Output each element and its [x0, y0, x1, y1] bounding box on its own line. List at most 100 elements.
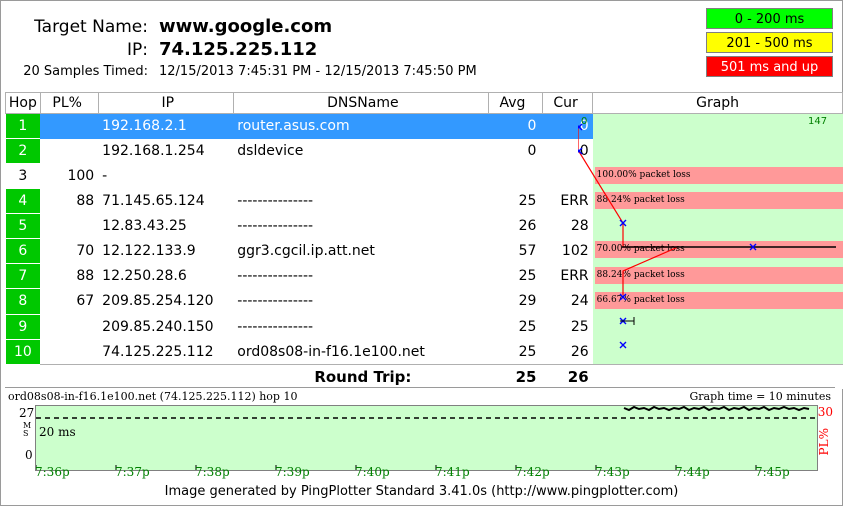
- hop-number: 6: [5, 238, 41, 265]
- avg-latency: 26: [518, 217, 537, 234]
- dns-name: ggr3.cgcil.ip.att.net: [237, 243, 375, 260]
- round-trip-cur: 26: [542, 363, 593, 390]
- hop-number: 1: [5, 113, 41, 140]
- legend-mid: 201 - 500 ms: [706, 32, 833, 53]
- col-graph[interactable]: Graph: [592, 92, 843, 114]
- ms-axis-label: MS: [23, 421, 32, 438]
- cur-latency: 24: [570, 293, 589, 310]
- table-row[interactable]: 8 67 209.85.254.120 --------------- 29 24 66.6…: [5, 288, 843, 315]
- round-trip-label: Round Trip:: [233, 363, 489, 390]
- x-tick-label: 7:38p: [195, 465, 230, 479]
- history-line: [623, 405, 810, 412]
- dns-name: dsldevice: [237, 143, 304, 160]
- col-pl[interactable]: PL%: [39, 92, 99, 114]
- table-row[interactable]: 1 192.168.2.1 router.asus.com 0 0: [5, 113, 843, 140]
- table-row[interactable]: 6 70 12.122.133.9 ggr3.cgcil.ip.att.net 57 10…: [5, 238, 843, 265]
- col-dns[interactable]: DNSName: [232, 92, 489, 114]
- table-row[interactable]: 3 100- 100.00% packet loss: [5, 163, 843, 189]
- hop-number: 7: [5, 263, 41, 290]
- ip-address: 209.85.254.120: [102, 293, 214, 310]
- col-avg[interactable]: Avg: [487, 92, 543, 114]
- table-row[interactable]: 2 192.168.1.254 dsldevice 0 0: [5, 138, 843, 165]
- graph-time-label[interactable]: Graph time = 10 minutes: [689, 390, 831, 403]
- hop-number: 10: [5, 339, 41, 365]
- target-name-label: Target Name:: [34, 17, 148, 37]
- pl-axis-label: PL%: [817, 428, 831, 456]
- hop-number: 4: [5, 188, 41, 214]
- x-tick-label: 7:42p: [515, 465, 550, 479]
- hop-graph-cell: [592, 138, 843, 164]
- pl-max-label: 30: [817, 405, 833, 419]
- x-tick-label: 7:40p: [355, 465, 390, 479]
- ip-address: 74.125.225.112: [102, 343, 214, 360]
- x-tick-label: 7:43p: [595, 465, 630, 479]
- ip-address: -: [102, 168, 108, 185]
- hop-graph-cell: 88.24% packet loss: [592, 188, 843, 214]
- packet-loss: [40, 113, 99, 139]
- hop-graph-cell: [592, 314, 843, 340]
- col-hop[interactable]: Hop: [5, 92, 41, 114]
- cur-latency: 28: [570, 217, 589, 234]
- cur-latency: 0: [579, 143, 589, 160]
- hop-number: 8: [5, 288, 41, 315]
- cur-latency: ERR: [560, 192, 589, 209]
- avg-latency: 57: [518, 243, 537, 260]
- ip-value: 74.125.225.112: [159, 39, 318, 60]
- packet-loss: [40, 314, 98, 339]
- hop-history-panel: ord08s08-in-f16.1e100.net (74.125.225.11…: [5, 387, 835, 485]
- table-row[interactable]: 10 74.125.225.112 ord08s08-in-f16.1e100.ne…: [5, 339, 843, 365]
- cur-latency: 0: [542, 113, 593, 139]
- target-name-value: www.google.com: [159, 16, 333, 37]
- x-tick-label: 7:39p: [275, 465, 310, 479]
- packet-loss: 67: [76, 293, 95, 310]
- hop-graph-cell: [592, 113, 843, 139]
- y-min-label: 0: [25, 448, 33, 462]
- x-tick-label: 7:44p: [675, 465, 710, 479]
- ip-address: 192.168.2.1: [98, 113, 234, 139]
- ip-address: 12.250.28.6: [102, 268, 187, 285]
- round-trip-row: Round Trip: 25 26: [5, 363, 843, 390]
- avg-latency: 25: [518, 192, 537, 209]
- dns-name: ---------------: [237, 192, 314, 209]
- ip-address: 209.85.240.150: [102, 318, 214, 335]
- packet-loss: [40, 213, 98, 238]
- dns-name: ord08s08-in-f16.1e100.net: [237, 343, 425, 360]
- packet-loss: 88: [76, 192, 95, 209]
- round-trip-avg: 25: [488, 363, 543, 390]
- col-cur[interactable]: Cur: [541, 92, 594, 114]
- history-plot[interactable]: 20 ms: [35, 405, 818, 471]
- table-row[interactable]: 5 12.83.43.25 --------------- 26 28: [5, 213, 843, 239]
- y-max-label: 27: [19, 406, 35, 420]
- ip-address: 12.122.133.9: [102, 243, 196, 260]
- packet-loss: 88: [76, 268, 95, 285]
- table-row[interactable]: 7 88 12.250.28.6 --------------- 25 ERR 88.24%…: [5, 263, 843, 290]
- packet-loss: 70: [76, 243, 95, 260]
- packet-loss-bar: 66.67% packet loss: [594, 291, 843, 309]
- ip-address: 192.168.1.254: [102, 143, 205, 160]
- avg-latency: [488, 164, 542, 189]
- history-caption: ord08s08-in-f16.1e100.net (74.125.225.11…: [8, 390, 298, 403]
- avg-latency: 25: [518, 268, 537, 285]
- hop-graph-cell: 100.00% packet loss: [592, 163, 843, 189]
- cur-latency: ERR: [560, 268, 589, 285]
- table-row[interactable]: 9 209.85.240.150 --------------- 25 25: [5, 314, 843, 340]
- cur-latency: 26: [570, 343, 589, 360]
- hop-graph-cell: [592, 213, 843, 239]
- packet-loss-bar: 88.24% packet loss: [594, 191, 843, 209]
- threshold-label: 20 ms: [39, 425, 76, 439]
- avg-latency: 0: [488, 113, 543, 139]
- samples-value: 12/15/2013 7:45:31 PM - 12/15/2013 7:45:…: [159, 64, 477, 79]
- hop-graph-cell: 70.00% packet loss: [592, 238, 843, 264]
- hop-number: 9: [5, 314, 41, 340]
- dns-name: ---------------: [237, 268, 314, 285]
- packet-loss-bar: 88.24% packet loss: [594, 266, 843, 284]
- legend-low: 0 - 200 ms: [706, 8, 833, 29]
- ip-address: 71.145.65.124: [102, 192, 205, 209]
- dns-name: router.asus.com: [233, 113, 489, 139]
- samples-label: 20 Samples Timed:: [23, 64, 148, 79]
- dns-name: [233, 164, 488, 189]
- col-ip[interactable]: IP: [97, 92, 234, 114]
- table-row[interactable]: 4 88 71.145.65.124 --------------- 25 ERR 88.2…: [5, 188, 843, 214]
- avg-latency: 25: [518, 343, 537, 360]
- dns-name: ---------------: [237, 217, 314, 234]
